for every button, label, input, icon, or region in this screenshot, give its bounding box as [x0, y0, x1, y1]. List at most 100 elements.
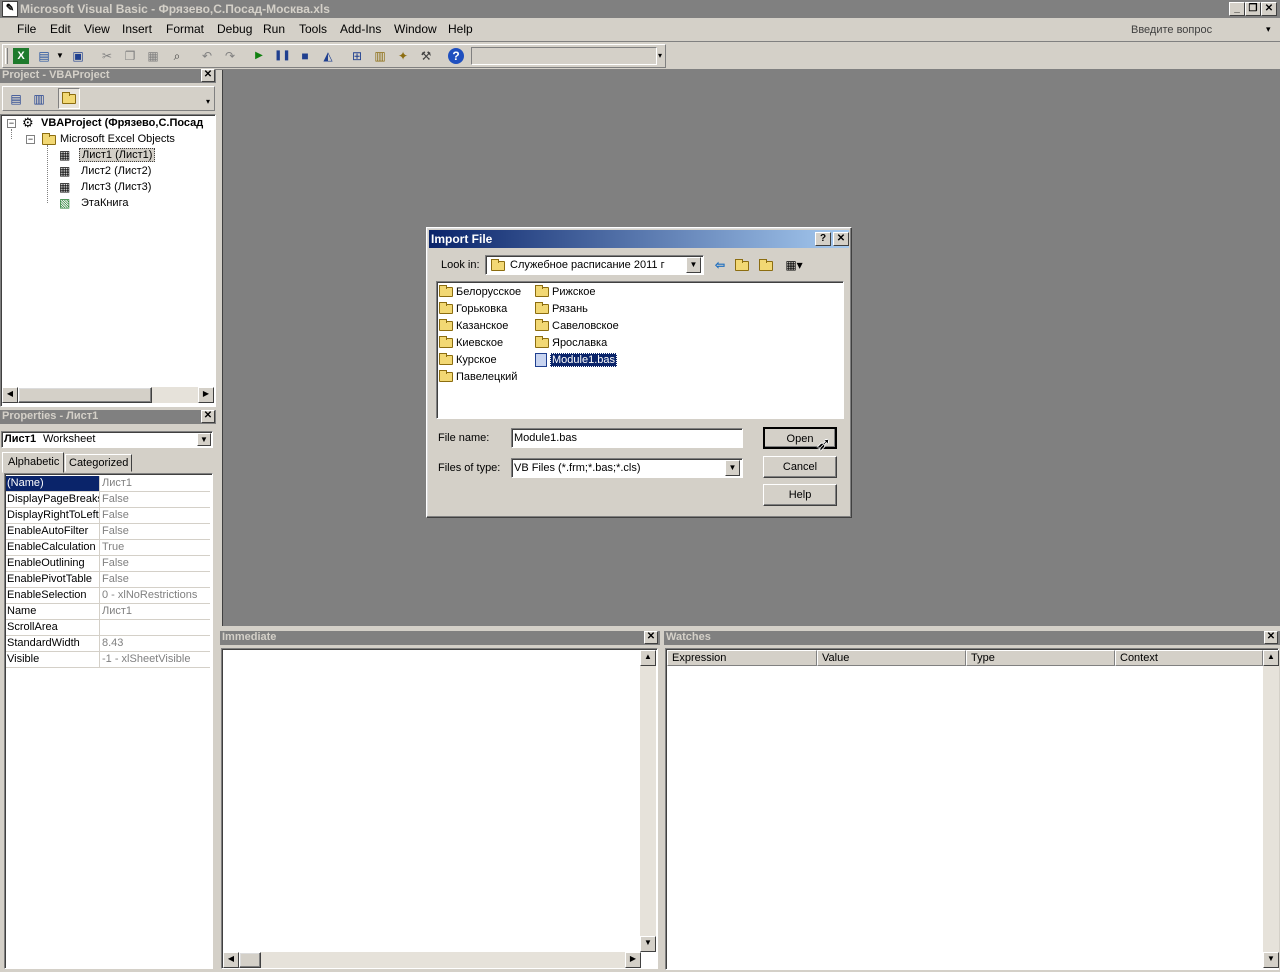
folder-item[interactable]: Курское [439, 352, 497, 368]
object-browser-icon[interactable]: ✦ [395, 48, 411, 64]
close-window-button[interactable]: ✕ [1261, 2, 1277, 16]
scroll-thumb[interactable] [239, 952, 261, 968]
file-item[interactable]: Module1.bas [535, 352, 617, 368]
cancel-button[interactable]: Cancel [763, 456, 837, 478]
view-menu-icon[interactable]: ▦▾ [781, 257, 807, 273]
folder-item[interactable]: Рязань [535, 301, 588, 317]
menu-help[interactable]: Help [446, 22, 475, 36]
immediate-hscrollbar[interactable]: ◀ ▶ [223, 952, 641, 968]
column-context[interactable]: Context [1115, 650, 1263, 666]
tab-alphabetic[interactable]: Alphabetic [2, 452, 64, 473]
scroll-down-button[interactable]: ▼ [1263, 952, 1279, 968]
title-bar[interactable]: ✎ Microsoft Visual Basic - Фрязево,С.Пос… [0, 0, 1280, 18]
break-icon[interactable]: ❚❚ [274, 48, 291, 64]
property-row[interactable]: StandardWidth 8.43 [6, 636, 210, 652]
dropdown-arrow-icon[interactable]: ▼ [55, 48, 65, 64]
folder-item[interactable]: Павелецкий [439, 369, 517, 385]
property-row[interactable]: ScrollArea [6, 620, 210, 636]
menu-format[interactable]: Format [164, 22, 206, 36]
property-value[interactable]: False [102, 508, 210, 523]
tab-categorized[interactable]: Categorized [65, 454, 132, 472]
column-expression[interactable]: Expression [667, 650, 817, 666]
scroll-up-button[interactable]: ▲ [640, 650, 656, 666]
folder-item[interactable]: Горьковка [439, 301, 507, 317]
scroll-left-button[interactable]: ◀ [2, 387, 18, 403]
app-icon[interactable]: ✎ [2, 1, 18, 17]
view-object-icon[interactable]: ▥ [31, 91, 47, 107]
excel-icon[interactable]: X [13, 48, 29, 64]
toolbar-options-icon[interactable]: ▾ [658, 51, 662, 60]
property-row[interactable]: (Name) Лист1 [6, 476, 210, 492]
column-type[interactable]: Type [966, 650, 1115, 666]
object-dropdown-button[interactable]: ▼ [197, 433, 211, 446]
folder-item[interactable]: Белорусское [439, 284, 521, 300]
toolbox-icon[interactable]: ⚒ [418, 48, 434, 64]
help-icon[interactable]: ? [448, 48, 464, 64]
property-value[interactable]: False [102, 556, 210, 571]
immediate-close-button[interactable]: ✕ [644, 631, 658, 644]
help-button[interactable]: Help [763, 484, 837, 506]
property-row[interactable]: Name Лист1 [6, 604, 210, 620]
toggle-folders-icon[interactable] [58, 88, 80, 109]
properties-window-icon[interactable]: ▥ [372, 48, 388, 64]
menu-run[interactable]: Run [261, 22, 287, 36]
immediate-vscrollbar[interactable]: ▲ ▼ [640, 650, 656, 952]
watches-close-button[interactable]: ✕ [1264, 631, 1278, 644]
property-value[interactable]: 8.43 [102, 636, 210, 651]
ask-dropdown-icon[interactable]: ▾ [1266, 24, 1271, 35]
file-name-input[interactable]: Module1.bas [511, 428, 743, 448]
copy-icon[interactable]: ❐ [122, 48, 138, 64]
folder-item[interactable]: Киевское [439, 335, 503, 351]
property-row[interactable]: EnableOutlining False [6, 556, 210, 572]
project-hscrollbar[interactable]: ◀ ▶ [2, 387, 214, 403]
look-in-dropdown[interactable]: Служебное расписание 2011 г ▼ [485, 255, 704, 275]
menu-debug[interactable]: Debug [215, 22, 254, 36]
tree-item-sheet1[interactable]: Лист1 (Лист1) [79, 148, 156, 162]
reset-icon[interactable]: ■ [297, 48, 313, 64]
tree-item-thisworkbook[interactable]: ЭтаКнига [81, 197, 128, 209]
properties-close-button[interactable]: ✕ [201, 410, 215, 423]
property-row[interactable]: EnableCalculation True [6, 540, 210, 556]
project-explorer-icon[interactable]: ⊞ [349, 48, 365, 64]
scroll-left-button[interactable]: ◀ [223, 952, 239, 968]
save-icon[interactable]: ▣ [70, 48, 86, 64]
cut-icon[interactable]: ✂ [99, 48, 115, 64]
project-toolbar-more-icon[interactable]: ▾ [206, 97, 210, 106]
folder-item[interactable]: Ярославка [535, 335, 607, 351]
run-icon[interactable]: ▶ [251, 48, 267, 64]
scroll-right-button[interactable]: ▶ [625, 952, 641, 968]
property-row[interactable]: EnableAutoFilter False [6, 524, 210, 540]
property-row[interactable]: DisplayPageBreaks False [6, 492, 210, 508]
object-selector[interactable]: Лист1 Worksheet ▼ [1, 431, 213, 448]
minimize-button[interactable]: _ [1229, 2, 1245, 16]
menu-add-ins[interactable]: Add-Ins [338, 22, 383, 36]
scroll-right-button[interactable]: ▶ [198, 387, 214, 403]
file-type-dropdown[interactable]: VB Files (*.frm;*.bas;*.cls) ▼ [511, 458, 743, 478]
property-value[interactable]: True [102, 540, 210, 555]
tree-item-sheet2[interactable]: Лист2 (Лист2) [81, 165, 151, 177]
file-list[interactable]: Белорусское Горьковка Казанское Киевское Кур… [436, 281, 844, 419]
property-value[interactable]: False [102, 572, 210, 587]
restore-button[interactable]: ❐ [1245, 2, 1261, 16]
scroll-up-button[interactable]: ▲ [1263, 650, 1279, 666]
dialog-close-button[interactable]: ✕ [833, 232, 849, 246]
insert-module-icon[interactable]: ▤ [36, 48, 52, 64]
property-value[interactable]: -1 - xlSheetVisible [102, 652, 210, 667]
folder-item[interactable]: Рижское [535, 284, 596, 300]
undo-icon[interactable]: ↶ [199, 48, 215, 64]
scroll-thumb[interactable] [18, 387, 152, 403]
tree-collapse-icon[interactable]: − [26, 135, 35, 144]
look-in-dropdown-button[interactable]: ▼ [686, 257, 701, 273]
menu-edit[interactable]: Edit [48, 22, 73, 36]
menu-insert[interactable]: Insert [120, 22, 154, 36]
tree-collapse-icon[interactable]: − [7, 119, 16, 128]
dialog-help-button[interactable]: ? [815, 232, 831, 246]
property-row[interactable]: Visible -1 - xlSheetVisible [6, 652, 210, 668]
menu-window[interactable]: Window [392, 22, 439, 36]
property-value[interactable]: Лист1 [102, 604, 210, 619]
find-icon[interactable]: ⌕ [169, 48, 185, 64]
menu-tools[interactable]: Tools [297, 22, 329, 36]
dialog-title-bar[interactable]: Import File ? ✕ [429, 230, 849, 248]
design-mode-icon[interactable]: ◭ [320, 48, 336, 64]
scroll-down-button[interactable]: ▼ [640, 936, 656, 952]
